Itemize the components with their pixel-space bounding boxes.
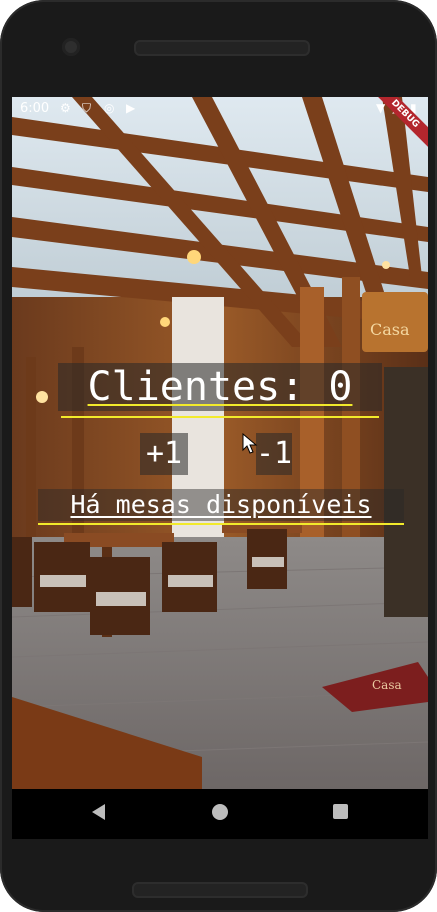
restaurant-photo: Casa Casa bbox=[12, 97, 428, 789]
decrement-button[interactable]: -1 bbox=[256, 433, 292, 475]
bottom-speaker bbox=[132, 882, 308, 898]
counter-underline bbox=[61, 416, 379, 418]
phone-frame: Casa Casa 6:00 ⚙ ⛉ ◎ ▶ ▼ ▮ DEBUG Cliente… bbox=[0, 0, 437, 912]
navigation-bar bbox=[12, 789, 428, 839]
status-bar: 6:00 ⚙ ⛉ ◎ ▶ ▼ ◢ ▮ DEBUG bbox=[12, 97, 428, 151]
home-icon[interactable] bbox=[212, 804, 228, 820]
device-screen: Casa Casa 6:00 ⚙ ⛉ ◎ ▶ ▼ ▮ DEBUG Cliente… bbox=[12, 97, 428, 839]
svg-text:Casa: Casa bbox=[370, 320, 410, 339]
availability-underline bbox=[38, 523, 404, 525]
restaurant-background-image: Casa Casa bbox=[12, 97, 428, 789]
availability-status: Há mesas disponíveis bbox=[38, 489, 404, 521]
at-icon: ◎ bbox=[104, 101, 115, 115]
shield-icon: ⛉ bbox=[82, 101, 92, 115]
settings-icon: ⚙ bbox=[60, 101, 71, 115]
status-time: 6:00 bbox=[20, 101, 50, 116]
recents-icon[interactable] bbox=[333, 804, 348, 819]
mouse-cursor-icon bbox=[242, 433, 258, 454]
svg-text:Casa: Casa bbox=[372, 678, 402, 692]
clients-counter-label: Clientes: 0 bbox=[58, 363, 382, 411]
play-store-icon: ▶ bbox=[126, 101, 136, 115]
increment-button[interactable]: +1 bbox=[140, 433, 188, 475]
back-icon[interactable] bbox=[92, 804, 105, 820]
front-camera bbox=[62, 38, 80, 56]
earpiece-speaker bbox=[134, 40, 310, 56]
